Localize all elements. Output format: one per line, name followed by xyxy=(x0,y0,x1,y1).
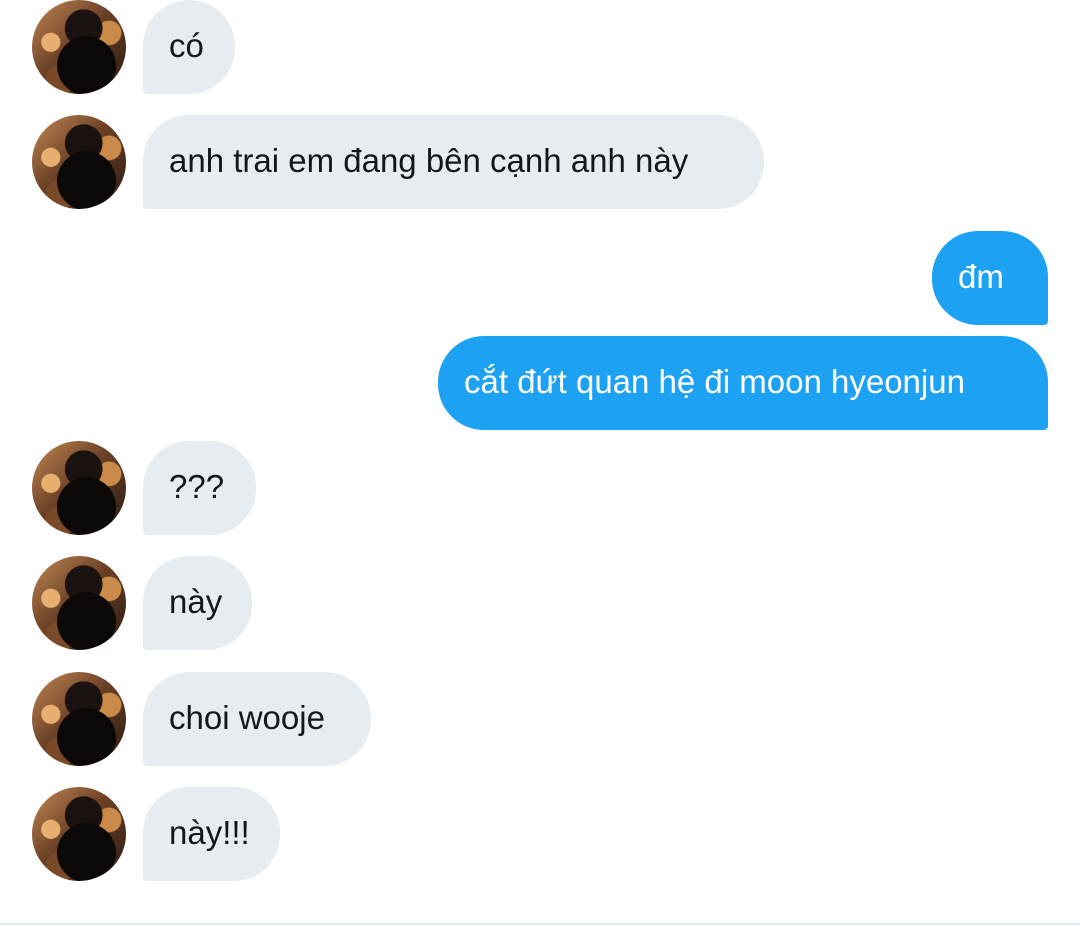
message-bubble-incoming[interactable]: anh trai em đang bên cạnh anh này xyxy=(143,115,764,209)
avatar[interactable] xyxy=(32,0,126,94)
message-bubble-outgoing[interactable]: cắt đứt quan hệ đi moon hyeonjun xyxy=(438,336,1048,430)
message-bubble-incoming[interactable]: này!!! xyxy=(143,787,280,881)
avatar[interactable] xyxy=(32,441,126,535)
message-bubble-outgoing[interactable]: đm xyxy=(932,231,1048,325)
message-bubble-incoming[interactable]: có xyxy=(143,0,235,94)
avatar[interactable] xyxy=(32,556,126,650)
avatar[interactable] xyxy=(32,672,126,766)
avatar[interactable] xyxy=(32,115,126,209)
message-bubble-incoming[interactable]: choi wooje xyxy=(143,672,371,766)
message-bubble-incoming[interactable]: này xyxy=(143,556,252,650)
avatar[interactable] xyxy=(32,787,126,881)
message-bubble-incoming[interactable]: ??? xyxy=(143,441,256,535)
bottom-divider xyxy=(0,923,1080,925)
